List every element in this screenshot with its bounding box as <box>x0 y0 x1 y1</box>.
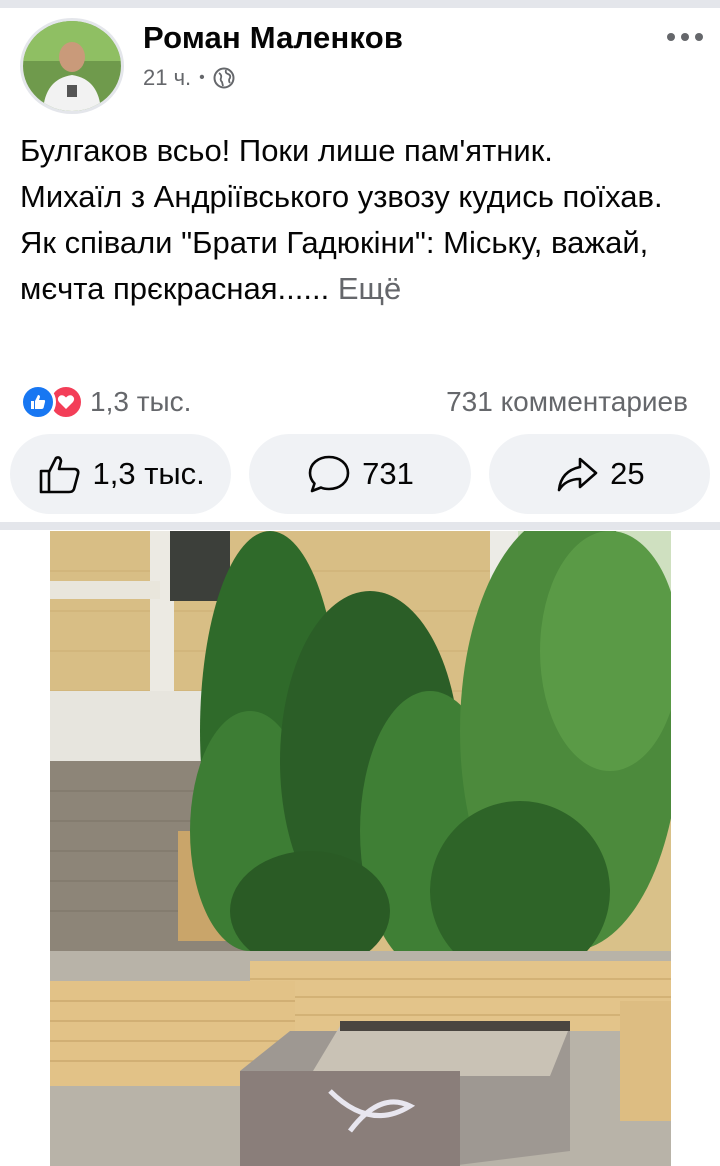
reactions-summary[interactable]: 1,3 тыс. <box>20 384 191 420</box>
photo-image <box>50 531 671 1166</box>
author-name[interactable]: Роман Маленков <box>143 20 403 56</box>
post-meta: 21 ч. • <box>143 65 235 91</box>
post-time[interactable]: 21 ч. <box>143 65 191 91</box>
post-line: Як співали "Брати Гадюкіни": Міську, важ… <box>20 220 700 312</box>
more-dot <box>695 33 703 41</box>
comments-count[interactable]: 731 комментариев <box>446 386 688 418</box>
post-text: Булгаков всьо! Поки лише пам'ятник. Миха… <box>20 128 700 312</box>
like-count: 1,3 тыс. <box>92 456 205 491</box>
post-line-text: Як співали "Брати Гадюкіни": Міську, важ… <box>20 225 649 306</box>
share-count: 25 <box>610 456 645 491</box>
share-button[interactable]: 25 <box>488 434 710 514</box>
post-stats: 1,3 тыс. 731 комментариев <box>0 380 720 424</box>
action-bar: 1,3 тыс. 731 25 <box>10 434 710 514</box>
more-options-button[interactable] <box>660 22 710 52</box>
comment-icon <box>308 455 350 493</box>
share-icon <box>557 457 598 492</box>
globe-icon <box>213 67 235 89</box>
see-more-link[interactable]: Ещё <box>338 271 401 306</box>
comment-button[interactable]: 731 <box>249 434 471 514</box>
post-line: Булгаков всьо! Поки лише пам'ятник. <box>20 133 553 168</box>
section-divider <box>0 522 720 530</box>
post-header: Роман Маленков 21 ч. • <box>0 8 720 114</box>
thumbs-up-icon <box>39 456 79 494</box>
post-line: Михаїл з Андріївського узвозу кудись пої… <box>20 179 663 214</box>
comment-count: 731 <box>362 456 414 491</box>
more-dot <box>681 33 689 41</box>
post-photo[interactable] <box>50 531 671 1166</box>
like-button[interactable]: 1,3 тыс. <box>10 434 232 514</box>
top-divider <box>0 0 720 8</box>
more-dot <box>667 33 675 41</box>
like-reaction-icon <box>20 384 56 420</box>
avatar[interactable] <box>20 18 124 114</box>
reactions-count: 1,3 тыс. <box>90 386 192 417</box>
meta-separator: • <box>199 69 205 86</box>
